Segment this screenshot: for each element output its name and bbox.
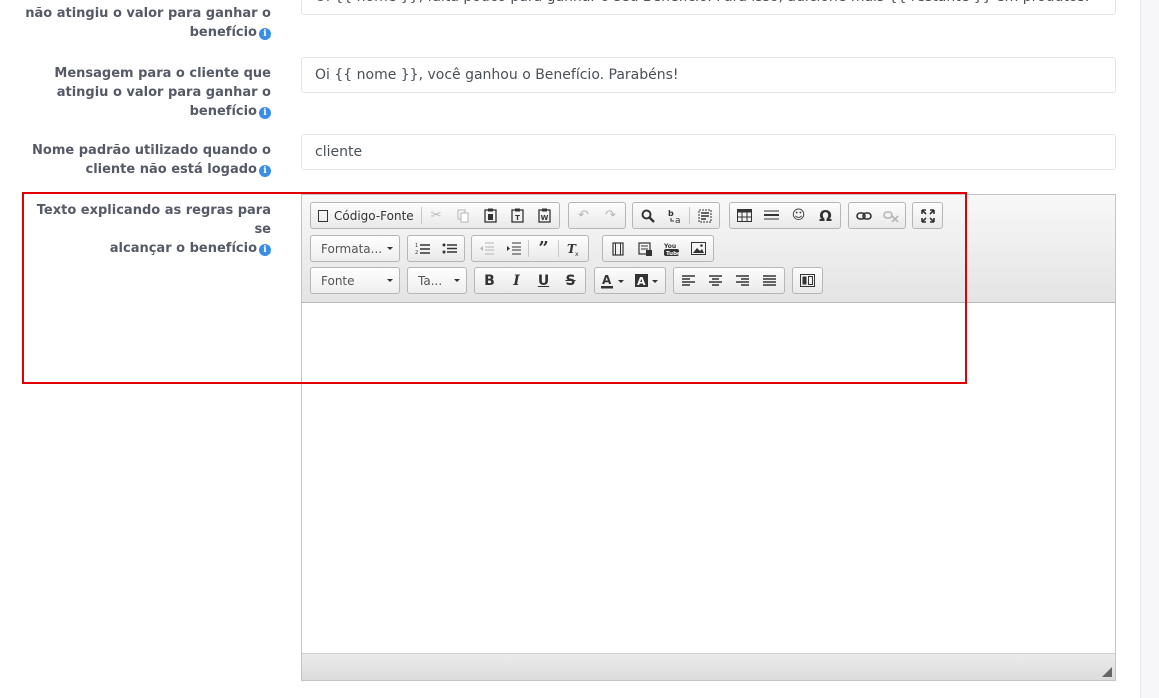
editor-statusbar [302,653,1115,680]
toolbar-group-lists: 12 [407,235,465,262]
background-color-icon[interactable]: A [630,269,664,292]
svg-text:1: 1 [415,243,418,249]
info-icon[interactable]: i [259,165,271,177]
select-all-icon[interactable] [691,204,718,227]
svg-text:2: 2 [415,250,418,255]
show-blocks-icon[interactable] [794,269,821,292]
size-combo[interactable]: Ta... [407,267,467,294]
svg-text:A: A [602,273,612,287]
toolbar-group-basicstyles: B I U S [474,267,586,294]
toolbar-group-media: You Tube [602,235,714,262]
toolbar-group-align [673,267,785,294]
toolbar-separator [689,207,690,224]
source-button[interactable]: Código-Fonte [312,204,420,227]
remove-format-icon[interactable]: Tx [560,237,587,260]
maximize-icon[interactable] [914,204,941,227]
unlink-icon[interactable] [877,204,904,227]
paste-text-icon[interactable]: T [504,204,531,227]
label-rules-text: Texto explicando as regras para se alcan… [36,203,271,256]
bulleted-list-icon[interactable] [436,237,463,260]
youtube-icon[interactable]: You Tube [658,237,685,260]
align-center-icon[interactable] [702,269,729,292]
svg-text:T: T [515,214,520,222]
horizontal-line-icon[interactable] [758,204,785,227]
label-default-name: Nome padrão utilizado quando o cliente n… [32,143,271,177]
editor-toolbar: Código-Fonte ✂ T W ↶ ↷ b a ☺ Ω Formata..… [302,195,1115,303]
underline-icon[interactable]: U [530,269,557,292]
special-char-icon[interactable]: Ω [812,204,839,227]
numbered-list-icon[interactable]: 12 [409,237,436,260]
cut-icon[interactable]: ✂ [423,204,450,227]
page-scroll-rail[interactable] [1140,0,1159,698]
flash-icon[interactable] [604,237,631,260]
label-message-not-reached: não atingiu o valor para ganhar o benefí… [25,6,271,40]
toolbar-separator [528,240,529,257]
info-icon[interactable]: i [259,107,271,119]
align-right-icon[interactable] [729,269,756,292]
align-left-icon[interactable] [675,269,702,292]
toolbar-group-find: ba [632,202,720,229]
indent-icon[interactable] [500,237,527,260]
undo-icon[interactable]: ↶ [570,204,597,227]
paste-word-icon[interactable]: W [531,204,558,227]
smiley-icon[interactable]: ☺ [785,204,812,227]
label-message-reached: Mensagem para o cliente que atingiu o va… [54,66,271,119]
table-icon[interactable] [731,204,758,227]
svg-text:a: a [675,216,681,224]
redo-icon[interactable]: ↷ [597,204,624,227]
toolbar-group-clipboard: Código-Fonte ✂ T W [310,202,560,229]
info-icon[interactable]: i [259,244,271,256]
link-icon[interactable] [850,204,877,227]
chevron-down-icon [454,279,460,282]
toolbar-group-colors: A A [594,267,666,294]
iframe-icon[interactable] [631,237,658,260]
toolbar-group-insert: ☺ Ω [729,202,841,229]
info-icon[interactable]: i [259,28,271,40]
svg-text:W: W [540,214,548,222]
bold-icon[interactable]: B [476,269,503,292]
toolbar-group-blocks [792,267,823,294]
svg-text:You: You [664,243,676,250]
image-icon[interactable] [685,237,712,260]
copy-icon[interactable] [450,204,477,227]
find-icon[interactable] [634,204,661,227]
format-combo[interactable]: Formata... [310,235,400,262]
chevron-down-icon [387,247,393,250]
svg-text:Tube: Tube [666,251,679,256]
message-not-reached-input[interactable]: Oi {{ nome }}, falta pouco para ganhar o… [301,0,1116,15]
outdent-icon[interactable] [473,237,500,260]
default-name-input[interactable]: cliente [301,134,1116,170]
toolbar-group-undo: ↶ ↷ [568,202,626,229]
toolbar-group-maximize [912,202,943,229]
resize-handle-icon[interactable] [1102,667,1112,677]
editor-content-area[interactable] [302,303,1115,653]
paste-icon[interactable] [477,204,504,227]
font-combo[interactable]: Fonte [310,267,400,294]
svg-text:A: A [637,275,646,288]
chevron-down-icon [387,279,393,282]
svg-text:b: b [668,209,674,218]
svg-text:x: x [575,251,579,256]
toolbar-separator [420,207,422,224]
toolbar-separator [558,240,559,257]
rules-rich-text-editor: Código-Fonte ✂ T W ↶ ↷ b a ☺ Ω Formata..… [301,194,1116,681]
blockquote-icon[interactable]: ” [530,237,557,260]
message-reached-input[interactable]: Oi {{ nome }}, você ganhou o Benefício. … [301,57,1116,93]
toolbar-group-indent: ” Tx [471,235,589,262]
toolbar-group-links [848,202,906,229]
source-doc-icon [318,209,328,222]
replace-icon[interactable]: ba [661,204,688,227]
text-color-icon[interactable]: A [596,269,630,292]
italic-icon[interactable]: I [503,269,530,292]
strikethrough-icon[interactable]: S [557,269,584,292]
justify-icon[interactable] [756,269,783,292]
